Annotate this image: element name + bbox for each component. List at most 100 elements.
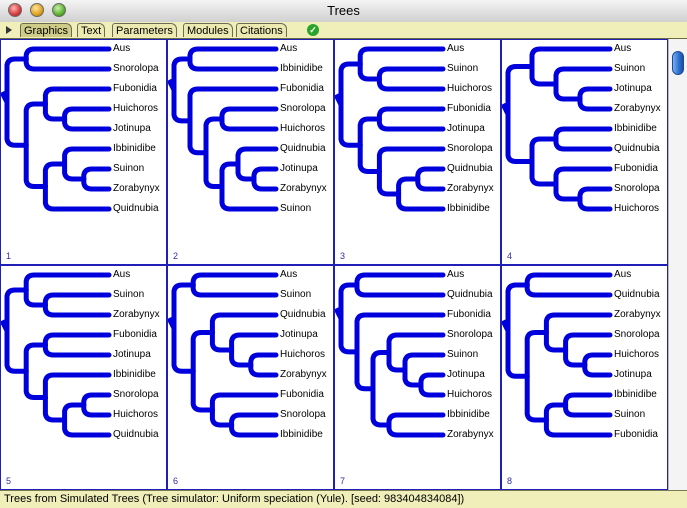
taxon-label[interactable]: Jotinupa — [280, 329, 318, 340]
taxon-label[interactable]: Ibbinidibe — [113, 369, 156, 380]
taxon-label[interactable]: Snorolopa — [280, 103, 326, 114]
taxon-label[interactable]: Suinon — [447, 63, 478, 74]
taxon-label[interactable]: Jotinupa — [614, 369, 652, 380]
scrollbar-thumb[interactable] — [672, 51, 684, 75]
taxon-label[interactable]: Zorabynyx — [280, 183, 327, 194]
taxon-label[interactable]: Aus — [447, 43, 464, 54]
taxon-label[interactable]: Quidnubia — [614, 289, 660, 300]
tree-panel[interactable]: Aus Snorolopa Fubonidia Huichoros Jotinupa Ib… — [0, 39, 167, 265]
taxon-label[interactable]: Huichoros — [447, 83, 492, 94]
taxon-label[interactable]: Fubonidia — [447, 103, 491, 114]
taxon-label[interactable]: Quidnubia — [280, 309, 326, 320]
taxon-label[interactable]: Huichoros — [113, 103, 158, 114]
taxon-label[interactable]: Aus — [280, 269, 297, 280]
tab-parameters[interactable]: Parameters — [112, 23, 177, 37]
taxon-label[interactable]: Aus — [614, 269, 631, 280]
taxon-label[interactable]: Fubonidia — [280, 83, 324, 94]
taxon-label[interactable]: Ibbinidibe — [447, 203, 490, 214]
taxon-label[interactable]: Ibbinidibe — [614, 123, 657, 134]
vertical-scrollbar[interactable] — [668, 39, 687, 490]
taxon-label[interactable]: Fubonidia — [113, 83, 157, 94]
taxon-label[interactable]: Snorolopa — [113, 389, 159, 400]
taxon-label[interactable]: Huichoros — [614, 349, 659, 360]
taxon-label[interactable]: Huichoros — [280, 123, 325, 134]
taxon-label[interactable]: Snorolopa — [614, 183, 660, 194]
taxon-label[interactable]: Aus — [280, 43, 297, 54]
tab-text[interactable]: Text — [77, 23, 106, 37]
taxon-label[interactable]: Zorabynyx — [113, 183, 160, 194]
tab-modules[interactable]: Modules — [183, 23, 233, 37]
taxon-label[interactable]: Huichoros — [447, 389, 492, 400]
taxon-label[interactable]: Jotinupa — [113, 349, 151, 360]
taxon-label[interactable]: Fubonidia — [113, 329, 157, 340]
tree-panel[interactable]: Aus Quidnubia Fubonidia Snorolopa Suinon Joti… — [334, 265, 501, 490]
taxon-label[interactable]: Quidnubia — [447, 163, 493, 174]
taxon-label[interactable]: Ibbinidibe — [280, 63, 323, 74]
taxon-label[interactable]: Snorolopa — [614, 329, 660, 340]
branch — [357, 46, 446, 67]
taxon-label[interactable]: Quidnubia — [113, 429, 159, 440]
taxon-label[interactable]: Jotinupa — [614, 83, 652, 94]
taxon-label[interactable]: Huichoros — [113, 409, 158, 420]
taxon-label[interactable]: Snorolopa — [280, 409, 326, 420]
branch — [4, 287, 29, 334]
taxon-label[interactable]: Suinon — [614, 409, 645, 420]
tree-panel[interactable]: Aus Ibbinidibe Fubonidia Snorolopa Huichoros… — [167, 39, 334, 265]
tree-panel[interactable]: Aus Suinon Zorabynyx Fubonidia Jotinupa Ibbin… — [0, 265, 167, 490]
taxon-label[interactable]: Suinon — [447, 349, 478, 360]
taxon-label[interactable]: Suinon — [113, 163, 144, 174]
taxon-label[interactable]: Ibbinidibe — [280, 429, 323, 440]
taxon-label[interactable]: Ibbinidibe — [447, 409, 490, 420]
taxon-label[interactable]: Suinon — [280, 289, 311, 300]
taxon-label[interactable]: Aus — [614, 43, 631, 54]
tree-number: 1 — [6, 251, 12, 261]
tree-panel[interactable]: Aus Suinon Quidnubia Jotinupa Huichoros Zorab… — [167, 265, 334, 490]
title-bar[interactable]: Trees — [0, 0, 687, 23]
branch — [42, 302, 112, 318]
taxon-label[interactable]: Suinon — [113, 289, 144, 300]
taxon-label[interactable]: Fubonidia — [614, 163, 658, 174]
taxon-label[interactable]: Jotinupa — [447, 123, 485, 134]
taxon-label[interactable]: Quidnubia — [447, 289, 493, 300]
branch — [62, 417, 112, 438]
taxon-label[interactable]: Aus — [113, 269, 130, 280]
taxon-label[interactable]: Zorabynyx — [113, 309, 160, 320]
taxon-label[interactable]: Zorabynyx — [280, 369, 327, 380]
tab-citations[interactable]: Citations — [236, 23, 287, 37]
taxon-label[interactable]: Suinon — [280, 203, 311, 214]
taxon-label[interactable]: Aus — [113, 43, 130, 54]
taxon-label[interactable]: Quidnubia — [280, 143, 326, 154]
taxon-label[interactable]: Snorolopa — [447, 329, 493, 340]
disclosure-triangle-icon[interactable] — [6, 26, 12, 34]
tree-panel[interactable]: Aus Quidnubia Zorabynyx Snorolopa Huichoros J… — [501, 265, 668, 490]
tree-panel[interactable]: Aus Suinon Huichoros Fubonidia Jotinupa Snoro… — [334, 39, 501, 265]
taxon-label[interactable]: Suinon — [614, 63, 645, 74]
taxon-label[interactable]: Snorolopa — [447, 143, 493, 154]
taxon-label[interactable]: Fubonidia — [447, 309, 491, 320]
branch — [529, 64, 559, 87]
taxon-label[interactable]: Snorolopa — [113, 63, 159, 74]
taxon-label[interactable]: Huichoros — [280, 349, 325, 360]
branch — [386, 412, 446, 428]
taxon-label[interactable]: Zorabynyx — [614, 103, 661, 114]
checkmark-icon[interactable]: ✓ — [307, 24, 319, 36]
tree-panel[interactable]: Aus Suinon Jotinupa Zorabynyx Ibbinidibe Quid… — [501, 39, 668, 265]
taxon-label[interactable]: Ibbinidibe — [614, 389, 657, 400]
tab-graphics[interactable]: Graphics — [20, 23, 73, 37]
branch — [81, 166, 112, 182]
taxon-label[interactable]: Aus — [447, 269, 464, 280]
taxon-label[interactable]: Quidnubia — [614, 143, 660, 154]
branch — [386, 422, 446, 438]
taxon-label[interactable]: Jotinupa — [113, 123, 151, 134]
taxon-label[interactable]: Jotinupa — [280, 163, 318, 174]
taxon-label[interactable]: Huichoros — [614, 203, 659, 214]
taxon-label[interactable]: Jotinupa — [447, 369, 485, 380]
taxon-label[interactable]: Zorabynyx — [614, 309, 661, 320]
taxon-label[interactable]: Fubonidia — [614, 429, 658, 440]
taxon-label[interactable]: Zorabynyx — [447, 183, 494, 194]
taxon-label[interactable]: Zorabynyx — [447, 429, 494, 440]
trees-window: Trees Graphics Text Parameters Modules C… — [0, 0, 687, 508]
taxon-label[interactable]: Quidnubia — [113, 203, 159, 214]
taxon-label[interactable]: Fubonidia — [280, 389, 324, 400]
taxon-label[interactable]: Ibbinidibe — [113, 143, 156, 154]
